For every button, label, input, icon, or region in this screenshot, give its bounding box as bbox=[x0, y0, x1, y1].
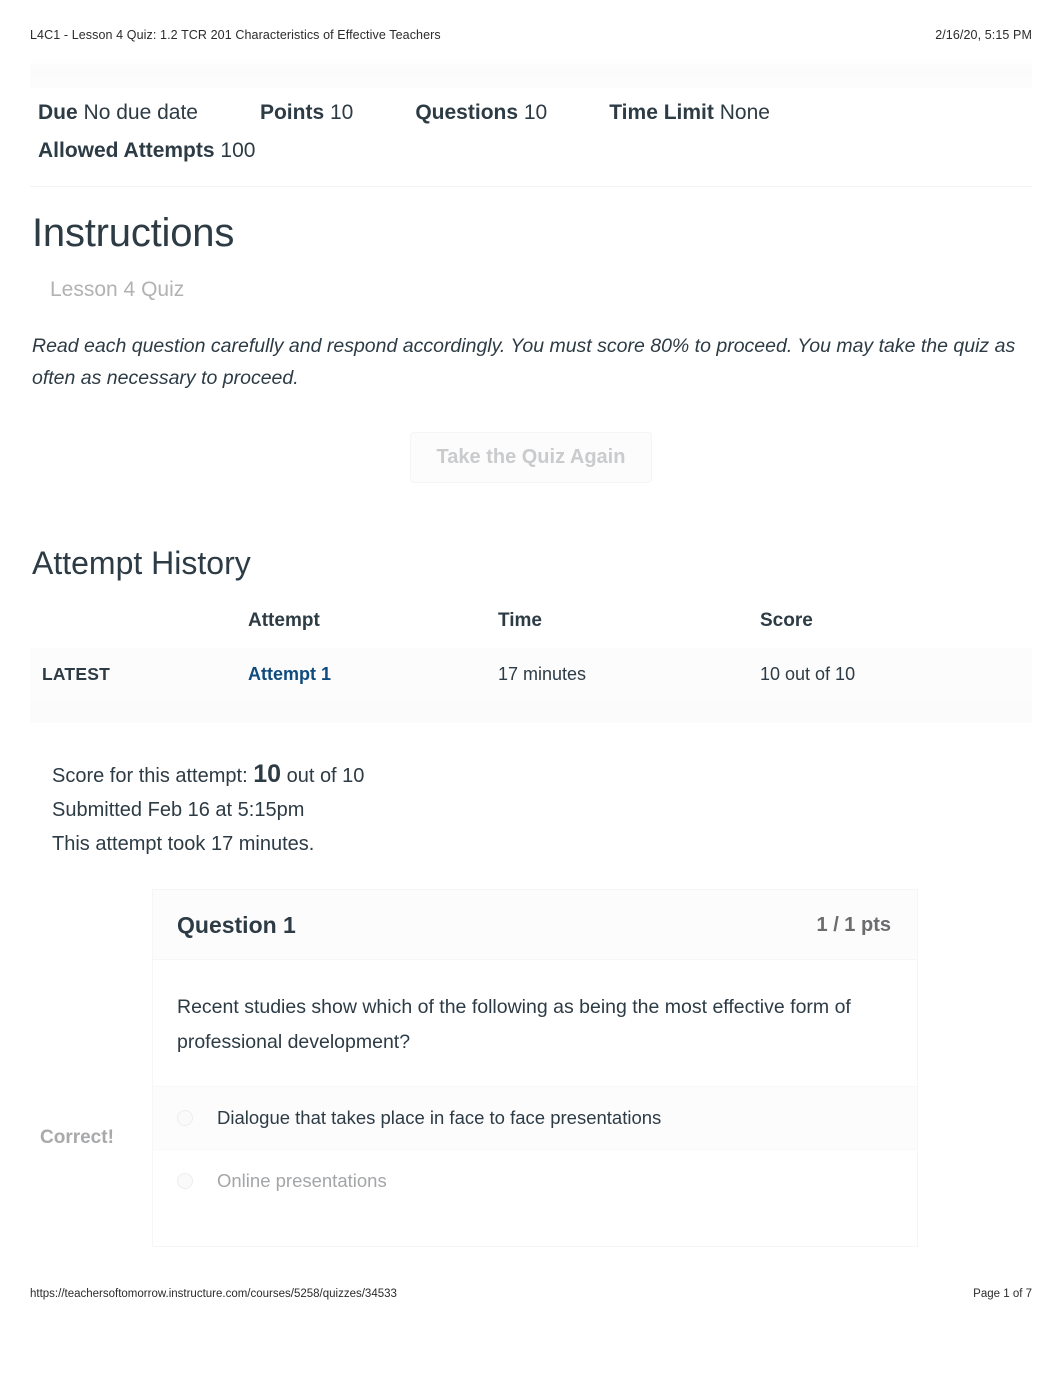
instructions-body: Read each question carefully and respond… bbox=[32, 335, 1016, 389]
print-footer-page: Page 1 of 7 bbox=[973, 1288, 1032, 1300]
table-row: LATEST Attempt 1 17 minutes 10 out of 10 bbox=[30, 648, 1032, 701]
radio-button-icon[interactable] bbox=[177, 1110, 193, 1126]
quiz-metadata: Due No due date Points 10 Questions 10 Time… bbox=[38, 94, 1024, 170]
cell-score: 10 out of 10 bbox=[760, 664, 856, 684]
meta-questions-value: 10 bbox=[523, 101, 548, 124]
score-value: 10 bbox=[253, 760, 282, 788]
attempt-submitted-line: Submitted Feb 16 at 5:15pm bbox=[52, 799, 305, 821]
question-text: Recent studies show which of the followi… bbox=[177, 996, 851, 1053]
latest-badge: LATEST bbox=[42, 664, 110, 684]
answer-option-1[interactable]: Dialogue that takes place in face to fac… bbox=[153, 1086, 917, 1149]
top-band bbox=[30, 58, 1032, 88]
print-header: L4C1 - Lesson 4 Quiz: 1.2 TCR 201 Charac… bbox=[30, 28, 1032, 42]
question-card: Question 1 1 / 1 pts Recent studies show… bbox=[152, 889, 918, 1247]
attempt-1-link[interactable]: Attempt 1 bbox=[248, 664, 331, 684]
correct-label: Correct! bbox=[40, 1127, 114, 1148]
attempt-score-line: Score for this attempt: 10 out of 10 bbox=[52, 757, 1062, 793]
attempt-history-heading: Attempt History bbox=[32, 545, 251, 581]
print-footer-url: https://teachersoftomorrow.instructure.c… bbox=[30, 1288, 397, 1300]
answer-option-2-label: Online presentations bbox=[217, 1170, 387, 1191]
meta-questions-label: Questions bbox=[415, 101, 519, 124]
th-score: Score bbox=[760, 610, 813, 631]
th-tag bbox=[30, 606, 248, 648]
attempt-history-table: Attempt Time Score LATEST Attempt 1 17 m… bbox=[30, 606, 1032, 701]
meta-time-limit: Time Limit None bbox=[609, 94, 770, 132]
th-time: Time bbox=[498, 610, 543, 631]
meta-points-label: Points bbox=[259, 101, 325, 124]
meta-due: Due No due date bbox=[38, 94, 198, 132]
meta-questions: Questions 10 bbox=[415, 94, 547, 132]
question-title: Question 1 bbox=[177, 912, 296, 938]
table-tail-band bbox=[30, 701, 1032, 723]
meta-time-limit-value: None bbox=[719, 101, 770, 124]
score-prefix: Score for this attempt: bbox=[52, 765, 248, 787]
attempt-history-tbody: LATEST Attempt 1 17 minutes 10 out of 10 bbox=[30, 648, 1032, 701]
take-quiz-again-button[interactable]: Take the Quiz Again bbox=[409, 432, 653, 483]
instructions-subheading: Lesson 4 Quiz bbox=[50, 278, 185, 301]
question-points: 1 / 1 pts bbox=[816, 914, 891, 936]
answer-option-2[interactable]: Online presentations bbox=[153, 1149, 917, 1212]
meta-due-value: No due date bbox=[83, 101, 198, 124]
score-suffix: out of 10 bbox=[286, 765, 365, 787]
radio-button-icon[interactable] bbox=[177, 1173, 193, 1189]
print-header-date: 2/16/20, 5:15 PM bbox=[935, 28, 1032, 42]
instructions-heading: Instructions bbox=[32, 211, 235, 255]
meta-allowed-attempts: Allowed Attempts 100 bbox=[38, 132, 255, 170]
print-footer: https://teachersoftomorrow.instructure.c… bbox=[30, 1288, 1032, 1300]
question-header: Question 1 1 / 1 pts bbox=[153, 890, 917, 960]
attempt-summary: Score for this attempt: 10 out of 10 Sub… bbox=[52, 757, 1062, 861]
cell-time: 17 minutes bbox=[498, 664, 587, 684]
attempt-duration-line: This attempt took 17 minutes. bbox=[52, 833, 315, 855]
retake-button-wrapper: Take the Quiz Again bbox=[0, 432, 1062, 483]
th-attempt: Attempt bbox=[248, 610, 320, 631]
page-content: Due No due date Points 10 Questions 10 Time… bbox=[0, 58, 1062, 1247]
print-header-title: L4C1 - Lesson 4 Quiz: 1.2 TCR 201 Charac… bbox=[30, 28, 441, 42]
meta-time-limit-label: Time Limit bbox=[609, 101, 714, 124]
meta-due-label: Due bbox=[38, 101, 78, 124]
cell-attempt: Attempt 1 bbox=[248, 648, 498, 701]
table-header-row: Attempt Time Score bbox=[30, 606, 1032, 648]
meta-points: Points 10 bbox=[260, 94, 353, 132]
meta-allowed-attempts-value: 100 bbox=[220, 139, 256, 162]
answer-list: Dialogue that takes place in face to fac… bbox=[153, 1086, 917, 1246]
cell-latest-tag: LATEST bbox=[30, 648, 248, 701]
answer-option-1-label: Dialogue that takes place in face to fac… bbox=[217, 1107, 662, 1128]
meta-points-value: 10 bbox=[329, 101, 354, 124]
meta-divider bbox=[30, 186, 1032, 187]
attempt-history-thead: Attempt Time Score bbox=[30, 606, 1032, 648]
meta-allowed-attempts-label: Allowed Attempts bbox=[38, 139, 215, 162]
